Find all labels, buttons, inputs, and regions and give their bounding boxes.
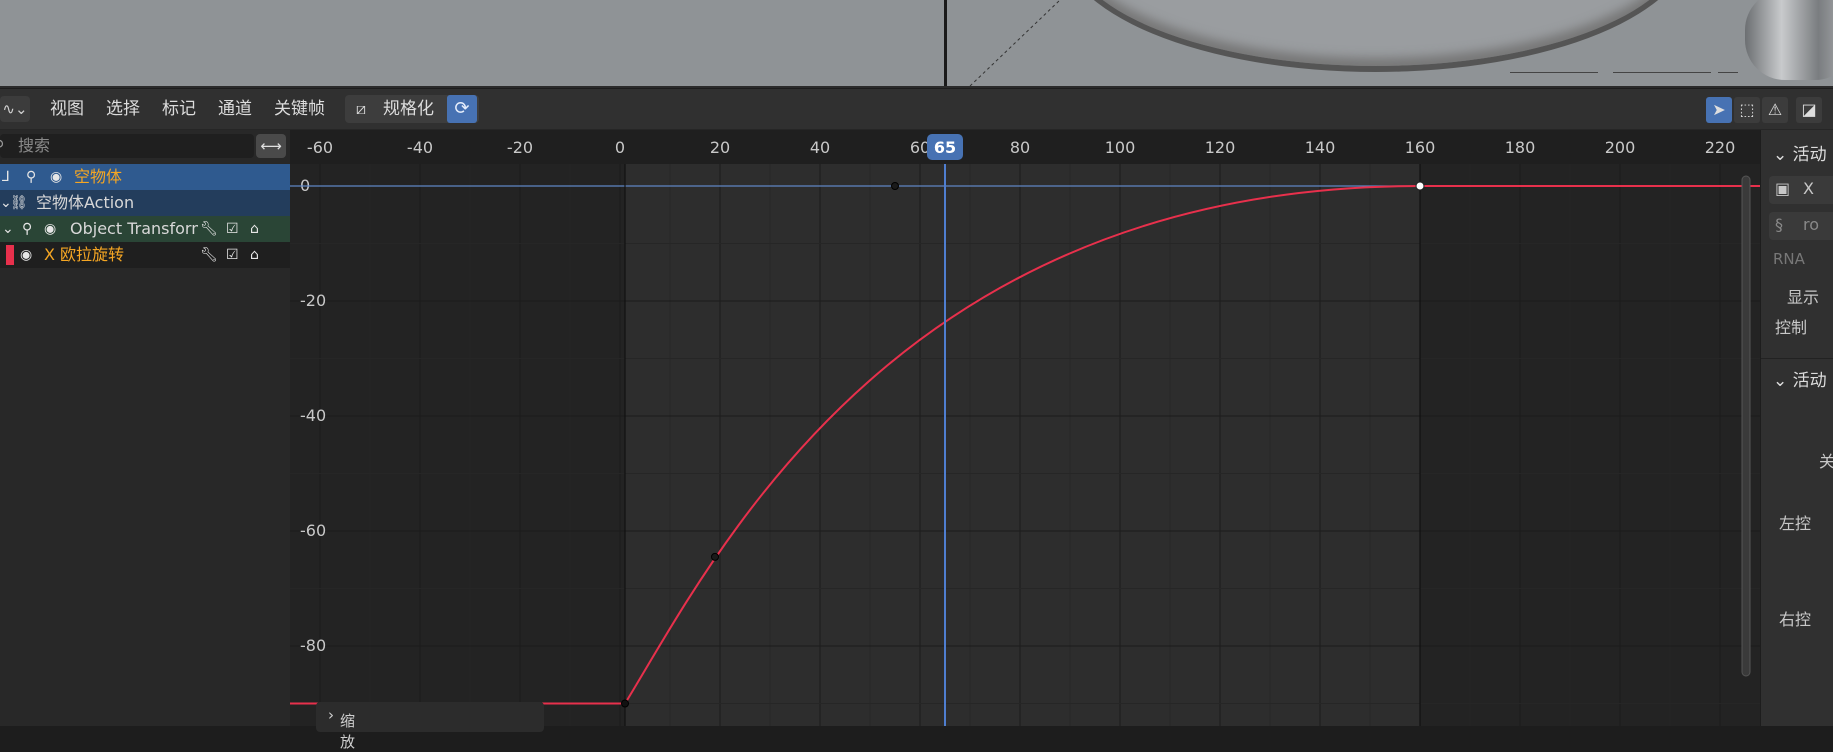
chevron-down-icon[interactable]: ⌄ [2, 216, 14, 242]
swap-arrows-icon: ⟷ [260, 137, 282, 155]
unlock-icon[interactable]: ⌂ [250, 242, 259, 268]
select-arrow-button[interactable]: ➤ [1706, 97, 1732, 123]
channel-name-text: X [1803, 179, 1814, 198]
editor-toggle-button[interactable]: ◪ [1796, 97, 1822, 123]
x-tick-label: 120 [1205, 138, 1236, 157]
panel-header-active[interactable]: ⌄ 活动 [1773, 140, 1827, 165]
rna-icon: § [1775, 215, 1783, 234]
keyframe-handle[interactable] [711, 552, 719, 561]
x-tick-label: 220 [1705, 138, 1736, 157]
channel-label: 空物体 [74, 167, 123, 186]
channel-label: X 欧拉旋转 [44, 245, 125, 264]
panel-header-active-keyframe[interactable]: ⌄ 活动 [1773, 366, 1827, 391]
keyframe-handle[interactable] [891, 182, 899, 190]
keyframe-point-selected[interactable] [1415, 181, 1425, 191]
channel-name-field[interactable]: ▣ X [1769, 176, 1833, 204]
area-divider[interactable] [0, 86, 1833, 88]
wrench-icon[interactable]: 🔧︎ [200, 216, 218, 242]
3d-viewport[interactable] [0, 0, 1833, 88]
swap-button[interactable]: ⟷ [256, 134, 286, 158]
y-tick-label: -20 [300, 291, 326, 310]
display-color-label: 显示 [1787, 288, 1820, 307]
eye-icon[interactable]: ◉ [20, 242, 32, 268]
object-axes-icon: ⅃ [2, 169, 10, 185]
x-tick-label: 80 [1010, 138, 1030, 157]
vertical-scrollbar[interactable] [1741, 175, 1751, 677]
checkbox-icon[interactable]: ☑ [226, 216, 239, 242]
channel-row-group[interactable]: ⌄ ⚲ ◉ Object Transform 🔧︎ ☑ ⌂ [0, 216, 290, 242]
left-handle-label: 左控 [1779, 514, 1812, 533]
sidebar-panel: ⌄ 活动 ▣ X § ro RNA 显示 控制 ⌄ 活动 关 左控 右控 [1761, 130, 1833, 726]
pin-icon[interactable]: ⚲ [26, 164, 36, 190]
channel-row-fcurve[interactable]: ◉ X 欧拉旋转 🔧︎ ☑ ⌂ [0, 242, 290, 268]
normalize-icon: ⧄ [355, 99, 367, 118]
channel-row-object[interactable]: ⅃ ⚲ ◉ 空物体 [0, 164, 290, 190]
menu-key[interactable]: 关键帧 [274, 89, 325, 129]
eye-icon[interactable]: ◉ [50, 164, 62, 190]
x-tick-label: 140 [1305, 138, 1336, 157]
keyframe-point[interactable] [621, 699, 629, 708]
normalize-label: 规格化 [383, 99, 434, 119]
x-tick-label: -40 [407, 138, 433, 157]
wrench-icon[interactable]: 🔧︎ [200, 242, 218, 268]
box-select-icon: ⬚ [1739, 100, 1755, 119]
channel-label: 空物体Action [36, 193, 135, 212]
channel-search-input[interactable]: ⚲ 搜索 [0, 134, 254, 158]
fcurve-icon: ▣ [1775, 179, 1791, 198]
viewport-dashed-line [969, 0, 1061, 87]
box-select-button[interactable]: ⬚ [1734, 97, 1760, 123]
rna-path-text: ro [1803, 215, 1820, 234]
y-tick-label: -40 [300, 406, 326, 425]
select-arrow-icon: ➤ [1712, 100, 1726, 119]
menu-channel[interactable]: 通道 [218, 89, 252, 129]
panel-divider [1761, 358, 1833, 359]
last-operator-panel[interactable]: › 缩放 [316, 702, 544, 751]
rna-index-label: RNA [1773, 250, 1805, 268]
interpolation-label: 关 [1819, 452, 1833, 471]
channel-label: Object Transform [70, 219, 198, 238]
rna-path-field[interactable]: § ro [1769, 212, 1833, 240]
right-handle-label: 右控 [1779, 610, 1812, 629]
channel-row-action[interactable]: ⌄ ⛓ 空物体Action [0, 190, 290, 216]
graph-editor-icon: ∿⌄ [2, 100, 28, 118]
channel-color-swatch [6, 245, 14, 265]
menu-view[interactable]: 视图 [50, 89, 84, 129]
auto-normalize-button[interactable]: ⟳ [447, 95, 477, 123]
checkbox-icon[interactable]: ☑ [226, 242, 239, 268]
search-placeholder: 搜索 [18, 136, 51, 155]
x-tick-label: -20 [507, 138, 533, 157]
eye-icon[interactable]: ◉ [44, 216, 56, 242]
viewport-split-line [944, 0, 947, 88]
x-tick-label: -60 [307, 138, 333, 157]
refresh-icon: ⟳ [454, 98, 470, 119]
graph-area[interactable]: -60 -40 -20 0 20 40 60 80 100 120 140 160 180 200 220 0… [290, 130, 1760, 726]
action-icon: ⛓ [10, 195, 28, 211]
x-tick-label: 0 [615, 138, 625, 157]
x-tick-label: 180 [1505, 138, 1536, 157]
x-tick-label: 20 [710, 138, 730, 157]
x-tick-label: 100 [1105, 138, 1136, 157]
y-tick-label: -80 [300, 636, 326, 655]
warning-icon: ⚠ [1767, 100, 1783, 119]
current-frame-label: 65 [934, 138, 956, 157]
graph-editor-header: ∿⌄ 视图 选择 标记 通道 关键帧 ⧄ 规格化 ⟳ ➤ ⬚ ⚠ ◪ [0, 89, 1833, 130]
zoom-panel-label: › 缩放 [328, 706, 356, 751]
pin-icon[interactable]: ⚲ [22, 216, 32, 242]
normalize-toggle[interactable]: ⧄ 规格化 ⟳ [345, 95, 479, 123]
x-tick-label: 40 [810, 138, 830, 157]
channel-region: ⚲ 搜索 ⟷ ⅃ ⚲ ◉ 空物体 ⌄ ⛓ 空物体Action ⌄ ⚲ ◉ Obj… [0, 130, 290, 726]
menu-marker[interactable]: 标记 [162, 89, 196, 129]
y-tick-label: -60 [300, 521, 326, 540]
graph-canvas[interactable]: -60 -40 -20 0 20 40 60 80 100 120 140 160 180 200 2200… [290, 130, 1760, 726]
handle-color-label: 控制 [1775, 318, 1808, 337]
editor-type-button[interactable]: ∿⌄ [0, 96, 30, 122]
unlock-icon[interactable]: ⌂ [250, 216, 259, 242]
frame-range-highlight [625, 130, 1420, 726]
editor-toggle-icon: ◪ [1801, 100, 1817, 119]
x-tick-label: 200 [1605, 138, 1636, 157]
x-tick-label: 160 [1405, 138, 1436, 157]
menu-select[interactable]: 选择 [106, 89, 140, 129]
search-icon: ⚲ [0, 134, 4, 158]
warning-button[interactable]: ⚠ [1762, 97, 1788, 123]
